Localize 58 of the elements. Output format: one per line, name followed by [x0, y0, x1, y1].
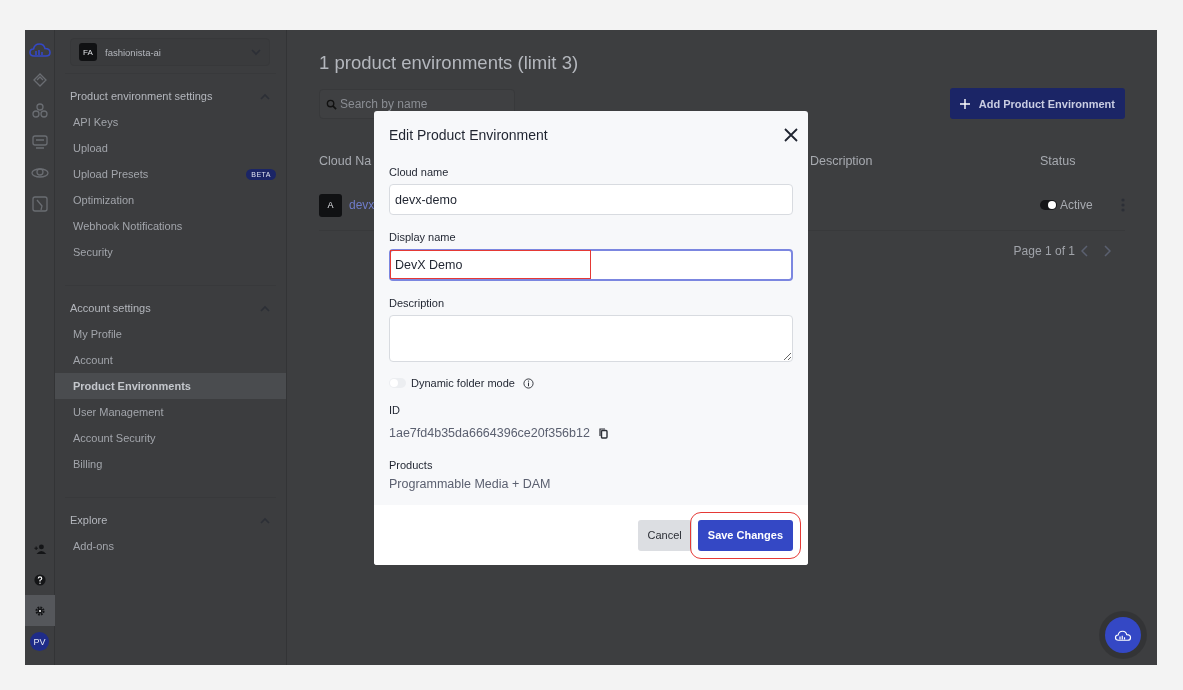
rail-item[interactable] [25, 595, 55, 626]
sidebar-item[interactable]: My Profile [55, 321, 286, 347]
cloud-logo-icon[interactable] [27, 40, 52, 58]
page-title: 1 product environments (limit 3) [319, 52, 580, 74]
sidebar-item[interactable]: Product Environments [55, 373, 286, 399]
field-label: Products [389, 459, 434, 471]
section-title: Explore [70, 514, 108, 526]
field-label: Cloud name [389, 166, 450, 178]
pagination-text: Page 1 of 1 [1013, 244, 1075, 258]
status-text: Active [1060, 198, 1093, 212]
sidebar-item[interactable]: Account Security [55, 425, 286, 451]
account-initials: FA [79, 43, 97, 61]
sidebar-item[interactable]: Upload [55, 135, 286, 161]
section-title: Account settings [70, 302, 151, 314]
sidebar-item[interactable]: User Management [55, 399, 286, 425]
plus-icon [959, 98, 970, 109]
sidebar-item[interactable]: Optimization [55, 187, 286, 213]
cloud-icon [1114, 628, 1132, 642]
previous-page-icon[interactable] [1081, 245, 1089, 257]
help-icon [32, 572, 47, 587]
sidebar-item[interactable]: Webhook Notifications [55, 213, 286, 239]
info-icon[interactable] [522, 377, 534, 389]
user-avatar[interactable]: PV [30, 632, 49, 651]
products-value: Programmable Media + DAM [389, 477, 552, 491]
add-environment-button[interactable]: Add Product Environment [949, 88, 1125, 119]
sidebar-item[interactable]: Billing [55, 451, 286, 477]
id-value: 1ae7fd4b35da6664396ce20f356b12 [389, 426, 590, 440]
text-field[interactable]: DevX Demo [389, 249, 793, 281]
status-toggle[interactable] [1040, 200, 1057, 210]
next-page-icon[interactable] [1103, 245, 1111, 257]
media-icon[interactable] [29, 132, 50, 152]
column-header: Description [810, 154, 873, 168]
sidebar-item[interactable]: Security [55, 239, 286, 265]
sidebar-item[interactable]: Account [55, 347, 286, 373]
environment-avatar: A [319, 193, 342, 217]
field-label: Display name [389, 231, 457, 243]
floating-help-button[interactable] [1105, 617, 1141, 653]
dialog-title: Edit Product Environment [389, 127, 548, 143]
sidebar-item[interactable]: Add-ons [55, 533, 286, 559]
column-header: Cloud Na [319, 154, 372, 168]
account-name: fashionista-ai [105, 46, 162, 58]
column-header: Status [1040, 154, 1076, 168]
field-label: ID [389, 404, 401, 416]
save-button[interactable]: Save Changes [697, 519, 793, 551]
close-icon[interactable] [784, 128, 798, 142]
add-user-icon [32, 541, 47, 556]
toggle-label: Dynamic folder mode [411, 377, 515, 389]
copy-icon[interactable] [598, 427, 608, 439]
account-dropdown[interactable]: FA fashionista-ai [70, 38, 270, 66]
settings-icon [32, 603, 47, 618]
description-field[interactable] [389, 315, 793, 362]
section-title: Product environment settings [70, 90, 213, 102]
circles-icon[interactable] [29, 101, 50, 121]
field-label: Description [389, 297, 446, 309]
cancel-button[interactable]: Cancel [637, 519, 692, 551]
cloud-name-link[interactable]: devx [349, 198, 375, 212]
sidebar-item[interactable]: API Keys [55, 109, 286, 135]
text-field[interactable]: devx-demo [389, 184, 793, 215]
